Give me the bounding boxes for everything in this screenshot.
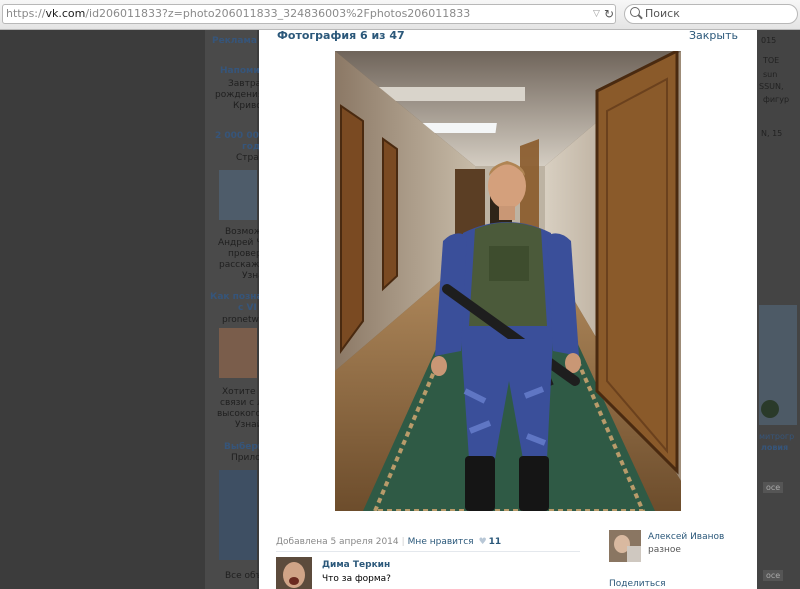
photo[interactable] <box>335 51 681 511</box>
url-path: /id206011833?z=photo206011833_324836003%… <box>85 7 471 20</box>
avatar-image <box>276 557 312 589</box>
side-text: ТОЕ <box>763 56 780 65</box>
ad-text: провер <box>228 249 262 259</box>
side-text: N, 15 <box>761 129 783 138</box>
photo-viewer: Фотография 6 из 47 Закрыть Добавлена 5 а… <box>259 30 757 589</box>
heart-icon[interactable]: ♥ <box>479 536 487 548</box>
dropdown-arrow-icon[interactable]: ▽ <box>593 5 600 23</box>
side-text[interactable]: ловия <box>761 443 788 452</box>
ad-title[interactable]: год <box>242 142 260 152</box>
ad-text: Андрей Ч <box>218 238 263 248</box>
side-text: SSUN, <box>759 82 784 91</box>
ad-text: расскаж <box>219 260 260 270</box>
side-text: фигур <box>763 95 790 104</box>
like-count[interactable]: 11 <box>489 537 502 547</box>
comment-text: Что за форма? <box>322 574 391 584</box>
ad-text: Возмож <box>225 227 262 237</box>
reload-icon[interactable]: ↻ <box>604 5 614 23</box>
ad-text: Завтра <box>228 79 262 89</box>
search-icon <box>630 7 640 17</box>
side-text: sun <box>763 70 778 79</box>
ad-image[interactable] <box>219 470 257 560</box>
ad-text: высокого <box>217 409 262 419</box>
ads-header[interactable]: Реклама <box>212 36 257 46</box>
added-date: Добавлена 5 апреля 2014 <box>276 537 399 547</box>
side-button[interactable]: осе <box>763 482 784 493</box>
ad-subtitle: pronetwo <box>222 315 265 325</box>
photo-image <box>335 51 681 511</box>
comment-avatar[interactable] <box>276 557 312 589</box>
side-button[interactable]: осе <box>763 570 784 581</box>
close-button[interactable]: Закрыть <box>689 30 738 42</box>
url-text[interactable]: https://vk.com/id206011833?z=photo206011… <box>6 5 470 23</box>
side-text[interactable]: митрогр <box>759 432 794 441</box>
photo-counter: Фотография 6 из 47 <box>277 29 405 42</box>
browser-search-input[interactable]: Поиск <box>624 4 798 24</box>
ad-text: рождения <box>215 90 264 100</box>
author-avatar[interactable] <box>609 530 641 562</box>
ad-image[interactable] <box>219 170 257 220</box>
url-scheme: https:// <box>6 7 46 20</box>
ad-text: Кривс <box>233 101 262 111</box>
browser-toolbar: https://vk.com/id206011833?z=photo206011… <box>0 0 800 30</box>
side-badge <box>761 400 779 418</box>
side-text: 015 <box>761 36 777 45</box>
meta-separator: | <box>401 537 405 547</box>
ad-title[interactable]: 2 000 000 <box>215 131 265 141</box>
address-bar[interactable]: https://vk.com/id206011833?z=photo206011… <box>2 4 616 24</box>
ad-text: связи с л <box>220 398 263 408</box>
album-name: разное <box>648 545 681 555</box>
share-button[interactable]: Поделиться <box>609 579 666 589</box>
url-host: vk.com <box>45 7 86 20</box>
like-button[interactable]: Мне нравится <box>408 537 474 547</box>
ads-column: Реклама Напомин Завтра рождения Кривс 2 … <box>205 30 270 589</box>
ad-title[interactable]: с VI <box>238 303 257 313</box>
right-column: 015 ТОЕ sun SSUN, фигур N, 15 митрогр ло… <box>757 30 800 589</box>
search-placeholder: Поиск <box>645 7 680 20</box>
ad-image[interactable] <box>219 328 257 378</box>
comment-author[interactable]: Дима Теркин <box>322 560 390 570</box>
photo-meta: Добавлена 5 апреля 2014 | Мне нравится ♥ 11 <box>276 536 501 548</box>
divider <box>276 551 580 552</box>
author-name[interactable]: Алексей Иванов <box>648 532 724 542</box>
avatar-image <box>609 530 641 562</box>
